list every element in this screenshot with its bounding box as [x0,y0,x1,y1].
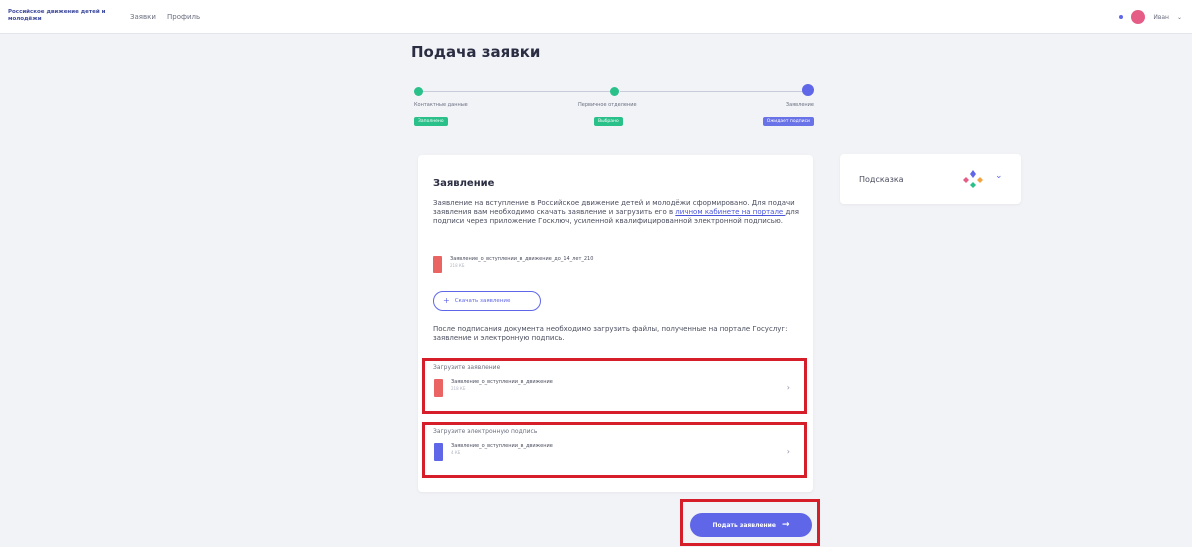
signature-file-icon [434,443,443,461]
chevron-right-icon[interactable]: › [787,447,790,456]
step-1-dot-icon [414,87,423,96]
user-area: Иван ⌄ [1119,9,1182,25]
user-menu-chevron-icon[interactable]: ⌄ [1177,14,1182,21]
file-name: Заявление_о_вступлении_в_движение [451,379,553,385]
step-1-status-badge: Заполнено [414,117,448,126]
step-2-status-badge: Выбрано [594,117,623,126]
arrow-right-icon: → [781,520,790,530]
progress-stepper: Контактные данные Первичное отделение За… [414,84,814,134]
step-3-label: Заявление [785,102,814,108]
upload-instructions: После подписания документа необходимо за… [433,325,788,342]
uploaded-signature-file[interactable]: Заявление_о_вступлении_в_движение 4 КБ [434,443,553,461]
file-name: Заявление_о_вступлении_в_движение_до_14_… [450,256,594,262]
step-1-label: Контактные данные [414,102,468,108]
plus-icon: + [443,296,450,305]
file-name: Заявление_о_вступлении_в_движение [451,443,553,449]
file-size: 4 КБ [451,450,461,455]
pdf-file-icon [433,256,442,273]
file-size: 218 КБ [451,386,466,391]
top-bar: Российское движение детей и молодёжи Зая… [0,0,1192,34]
hint-diamond-icon [963,170,983,188]
statement-title: Заявление [433,178,495,189]
upload-statement-box[interactable]: Загрузите заявление Заявление_о_вступлен… [422,358,807,414]
gosuslugi-cabinet-link[interactable]: личном кабинете на портале [675,208,785,216]
page-title: Подача заявки [411,43,541,61]
stepper-track [620,91,810,92]
chevron-down-icon[interactable]: ⌄ [995,171,1003,181]
notification-dot-icon[interactable] [1119,15,1124,19]
upload-signature-box[interactable]: Загрузите электронную подпись Заявление_… [422,422,807,478]
step-2-dot-icon [610,87,619,96]
nav-link-profile[interactable]: Профиль [167,13,200,21]
stepper-track [420,91,616,92]
statement-file[interactable]: Заявление_о_вступлении_в_движение_до_14_… [433,256,593,273]
chevron-right-icon[interactable]: › [787,383,790,392]
nav-link-applications[interactable]: Заявки [130,13,156,21]
brand-logo[interactable]: Российское движение детей и молодёжи [8,9,120,23]
hint-card[interactable]: Подсказка ⌄ [840,154,1021,204]
submit-label: Подать заявление [712,521,776,529]
download-statement-label: Скачать заявление [454,298,511,304]
statement-description: Заявление на вступление в Российское дви… [433,199,803,226]
user-name[interactable]: Иван [1153,14,1169,21]
upload-statement-label: Загрузите заявление [433,364,501,371]
hint-label: Подсказка [859,175,904,184]
download-statement-button[interactable]: + Скачать заявление [433,291,541,311]
avatar[interactable] [1131,10,1146,24]
upload-signature-label: Загрузите электронную подпись [433,428,538,435]
submit-application-button[interactable]: Подать заявление → [690,513,812,537]
file-size: 218 КБ [450,263,465,268]
pdf-file-icon [434,379,443,397]
step-2-label: Первичное отделение [578,102,637,108]
step-3-dot-icon [802,84,814,96]
uploaded-statement-file[interactable]: Заявление_о_вступлении_в_движение 218 КБ [434,379,553,397]
step-3-status-badge: Ожидает подписи [762,117,814,126]
